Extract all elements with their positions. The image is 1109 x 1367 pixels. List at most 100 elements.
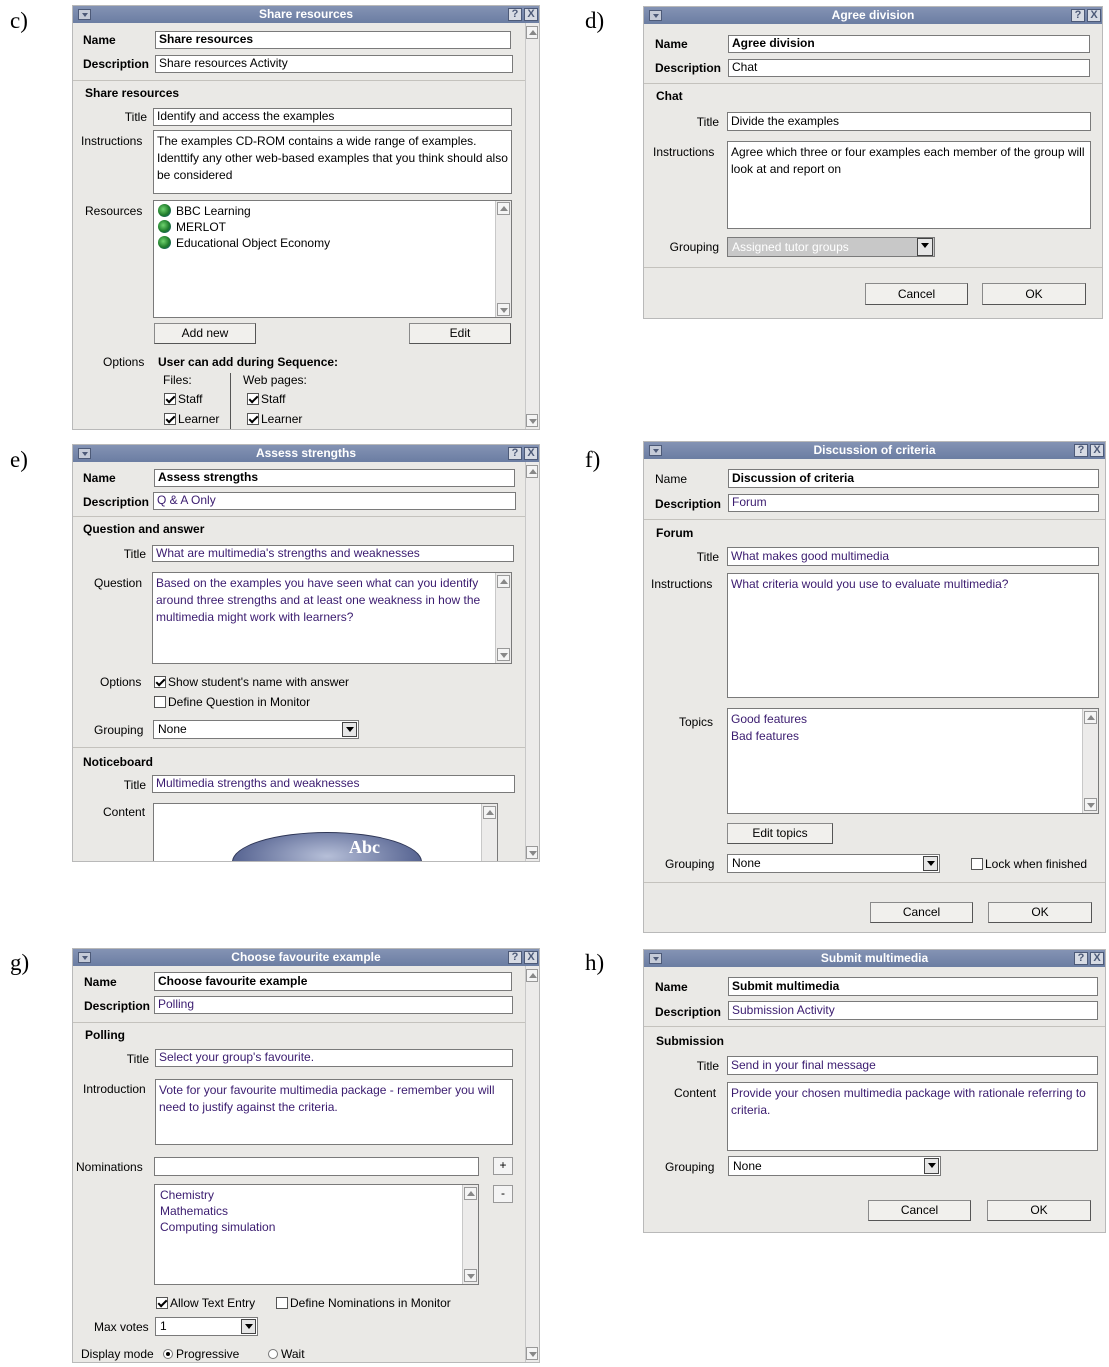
scroll-up-icon[interactable]: [497, 202, 510, 215]
close-icon[interactable]: X: [524, 447, 538, 460]
checkbox-icon[interactable]: [164, 393, 176, 405]
define-nominations-checkbox[interactable]: Define Nominations in Monitor: [276, 1296, 451, 1310]
nominations-input[interactable]: [154, 1157, 479, 1176]
close-icon[interactable]: X: [524, 951, 538, 964]
scroll-down-icon[interactable]: [1084, 798, 1097, 811]
close-icon[interactable]: X: [1090, 444, 1104, 457]
topics-scrollbar[interactable]: [1082, 709, 1098, 813]
ok-button[interactable]: OK: [988, 902, 1092, 923]
instructions-field[interactable]: What criteria would you use to evaluate …: [727, 573, 1099, 698]
nominations-list[interactable]: Chemistry Mathematics Computing simulati…: [154, 1184, 479, 1285]
checkbox-icon[interactable]: [276, 1297, 288, 1309]
description-field[interactable]: Submission Activity: [728, 1001, 1098, 1020]
checkbox-icon[interactable]: [247, 393, 259, 405]
title-field[interactable]: Identify and access the examples: [153, 108, 512, 126]
scroll-up-icon[interactable]: [483, 806, 496, 819]
edit-topics-button[interactable]: Edit topics: [727, 823, 833, 844]
scroll-up-icon[interactable]: [1084, 711, 1097, 724]
radio-icon[interactable]: [163, 1349, 173, 1359]
chevron-down-icon[interactable]: [342, 722, 357, 737]
noticeboard-title-field[interactable]: Multimedia strengths and weaknesses: [152, 775, 515, 793]
list-item[interactable]: Good features: [731, 711, 1095, 728]
window-menu-icon[interactable]: [649, 953, 662, 964]
list-item[interactable]: Chemistry: [160, 1187, 475, 1204]
list-scrollbar[interactable]: [495, 201, 511, 317]
list-item[interactable]: Bad features: [731, 728, 1095, 745]
window-scrollbar[interactable]: [525, 966, 539, 1362]
wait-radio[interactable]: Wait: [268, 1347, 305, 1361]
lock-checkbox[interactable]: Lock when finished: [971, 857, 1087, 871]
scroll-up-icon[interactable]: [526, 26, 538, 39]
scroll-down-icon[interactable]: [526, 414, 538, 427]
scroll-up-icon[interactable]: [497, 575, 510, 588]
title-field[interactable]: Divide the examples: [727, 112, 1091, 131]
chevron-down-icon[interactable]: [917, 238, 933, 256]
help-icon[interactable]: ?: [508, 8, 522, 21]
scroll-down-icon[interactable]: [497, 303, 510, 316]
name-field[interactable]: Assess strengths: [154, 469, 515, 487]
checkbox-icon[interactable]: [164, 413, 176, 425]
show-name-checkbox[interactable]: Show student's name with answer: [154, 675, 349, 689]
name-field[interactable]: Choose favourite example: [154, 972, 512, 991]
checkbox-icon[interactable]: [156, 1297, 168, 1309]
checkbox-icon[interactable]: [154, 676, 166, 688]
checkbox-icon[interactable]: [971, 858, 983, 870]
radio-icon[interactable]: [268, 1349, 278, 1359]
window-menu-icon[interactable]: [78, 448, 91, 459]
close-icon[interactable]: X: [1087, 9, 1101, 22]
introduction-field[interactable]: Vote for your favourite multimedia packa…: [155, 1079, 513, 1145]
ok-button[interactable]: OK: [982, 283, 1086, 305]
help-icon[interactable]: ?: [508, 447, 522, 460]
description-field[interactable]: Share resources Activity: [155, 55, 513, 73]
grouping-select[interactable]: None: [153, 720, 359, 739]
window-menu-icon[interactable]: [649, 445, 662, 456]
window-menu-icon[interactable]: [78, 952, 91, 963]
help-icon[interactable]: ?: [1071, 9, 1085, 22]
list-item[interactable]: Educational Object Economy: [158, 235, 507, 252]
title-field[interactable]: Select your group's favourite.: [155, 1049, 513, 1067]
title-field[interactable]: What are multimedia's strengths and weak…: [152, 545, 514, 562]
question-scrollbar[interactable]: [495, 573, 511, 663]
progressive-radio[interactable]: Progressive: [163, 1347, 239, 1361]
list-item[interactable]: BBC Learning: [158, 203, 507, 220]
description-field[interactable]: Q & A Only: [153, 492, 516, 510]
scroll-down-icon[interactable]: [526, 1347, 538, 1360]
help-icon[interactable]: ?: [508, 951, 522, 964]
scroll-up-icon[interactable]: [526, 969, 538, 982]
name-field[interactable]: Share resources: [155, 31, 511, 49]
cancel-button[interactable]: Cancel: [870, 902, 973, 923]
ok-button[interactable]: OK: [987, 1200, 1091, 1221]
scroll-up-icon[interactable]: [526, 465, 538, 478]
nominations-scrollbar[interactable]: [462, 1185, 478, 1284]
checkbox-icon[interactable]: [247, 413, 259, 425]
help-icon[interactable]: ?: [1074, 952, 1088, 965]
remove-nomination-button[interactable]: -: [493, 1185, 513, 1203]
question-field[interactable]: Based on the examples you have seen what…: [152, 572, 512, 664]
add-new-button[interactable]: Add new: [154, 323, 256, 344]
list-item[interactable]: Computing simulation: [160, 1219, 475, 1236]
window-scrollbar[interactable]: [525, 462, 539, 861]
scroll-down-icon[interactable]: [497, 648, 510, 661]
content-field[interactable]: Provide your chosen multimedia package w…: [727, 1082, 1098, 1151]
scroll-down-icon[interactable]: [464, 1269, 477, 1282]
title-field[interactable]: What makes good multimedia: [727, 547, 1099, 566]
name-field[interactable]: Agree division: [728, 35, 1090, 53]
content-field[interactable]: Abc: [153, 803, 498, 861]
allow-text-entry-checkbox[interactable]: Allow Text Entry: [156, 1296, 255, 1310]
grouping-select[interactable]: None: [728, 1156, 941, 1176]
description-field[interactable]: Chat: [728, 59, 1090, 77]
edit-button[interactable]: Edit: [409, 323, 511, 344]
checkbox-icon[interactable]: [154, 696, 166, 708]
chevron-down-icon[interactable]: [924, 1158, 939, 1174]
define-question-checkbox[interactable]: Define Question in Monitor: [154, 695, 310, 709]
resources-list[interactable]: BBC Learning MERLOT Educational Object E…: [153, 200, 512, 318]
max-votes-select[interactable]: 1: [155, 1317, 258, 1336]
scroll-up-icon[interactable]: [464, 1187, 477, 1200]
close-icon[interactable]: X: [524, 8, 538, 21]
grouping-select[interactable]: Assigned tutor groups: [727, 237, 935, 257]
name-field[interactable]: Discussion of criteria: [728, 469, 1099, 488]
list-item[interactable]: Mathematics: [160, 1203, 475, 1220]
add-nomination-button[interactable]: +: [493, 1157, 513, 1175]
scroll-down-icon[interactable]: [526, 846, 538, 859]
window-menu-icon[interactable]: [78, 9, 91, 20]
